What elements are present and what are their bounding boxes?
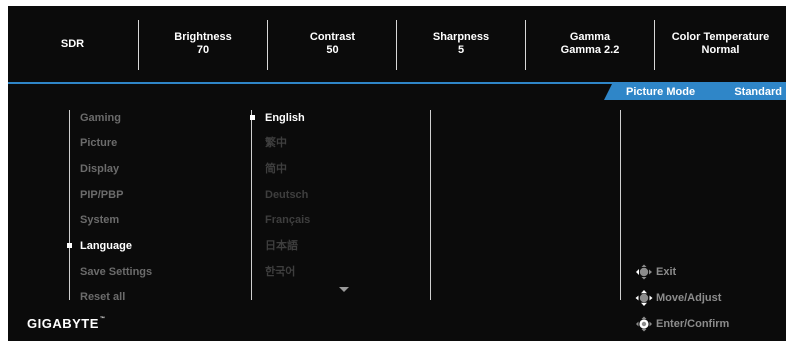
column-divider [251,110,252,300]
selected-indicator [250,115,255,120]
menu-item-gaming[interactable]: Gaming [80,111,121,125]
status-sharpness-label: Sharpness [432,31,490,43]
gigabyte-logo: GIGABYTE™ [27,316,105,331]
picture-mode-tab: Picture Mode Standard [604,84,786,100]
language-option-traditional-chinese[interactable]: 繁中 [265,136,287,150]
menu-item-label: Gaming [80,112,121,124]
language-option-label: Français [265,214,311,226]
status-sdr-label: SDR [60,37,85,50]
status-sdr: SDR [8,6,137,82]
menu-item-reset-all[interactable]: Reset all [80,290,125,304]
language-option-english[interactable]: English [265,111,305,125]
language-option-label: 日本語 [265,240,298,252]
hint-label: Move/Adjust [656,292,722,304]
column-divider [69,110,70,300]
osd-panel: SDR Brightness 70 Contrast 50 Sharpness … [8,6,786,341]
menu-item-label: Display [80,163,120,175]
menu-item-picture[interactable]: Picture [80,136,117,150]
joystick-up-icon [635,290,653,306]
language-option-japanese[interactable]: 日本語 [265,239,298,253]
hint-label: Exit [656,266,677,278]
menu-item-save-settings[interactable]: Save Settings [80,265,152,279]
hint-label: Enter/Confirm [656,318,730,330]
menu-item-display[interactable]: Display [80,162,119,176]
status-sharpness-value: 5 [457,44,465,56]
status-brightness-value: 70 [196,44,210,56]
trademark-symbol: ™ [99,316,106,322]
selected-indicator [67,243,72,248]
picture-mode-label: Picture Mode [626,86,696,98]
hint-exit: Exit [634,264,676,280]
joystick-left-icon [636,264,652,280]
scroll-down-arrow-icon[interactable] [339,287,349,292]
menu-item-label: PIP/PBP [80,189,124,201]
menu-item-label: Save Settings [80,266,153,278]
status-gamma-value: Gamma 2.2 [560,44,620,56]
status-gamma-label: Gamma [569,31,611,43]
accent-divider [8,82,786,84]
picture-mode-value: Standard [734,86,782,98]
language-option-francais[interactable]: Français [265,213,310,227]
status-color-temperature: Color Temperature Normal [655,6,786,82]
menu-item-label: Reset all [80,291,126,303]
language-option-korean[interactable]: 한국어 [265,265,295,279]
status-sharpness: Sharpness 5 [397,6,525,82]
status-color-temperature-label: Color Temperature [671,31,770,43]
language-option-simplified-chinese[interactable]: 简中 [265,162,287,176]
language-option-label: Deutsch [265,189,309,201]
menu-item-pip-pbp[interactable]: PIP/PBP [80,188,123,202]
menu-item-language[interactable]: Language [80,239,132,253]
status-gamma: Gamma Gamma 2.2 [526,6,654,82]
language-option-label: English [265,112,305,124]
status-brightness-label: Brightness [174,31,232,43]
menu-item-label: Language [80,240,132,252]
status-bar: SDR Brightness 70 Contrast 50 Sharpness … [8,6,786,82]
column-divider [620,110,621,300]
joystick-press-icon [636,316,652,332]
hint-enter-confirm: Enter/Confirm [634,316,729,332]
language-option-label: 繁中 [265,137,287,149]
column-divider [430,110,431,300]
status-contrast: Contrast 50 [268,6,397,82]
menu-item-label: Picture [80,137,118,149]
brand-name: GIGABYTE [27,316,99,331]
menu-item-label: System [80,214,120,226]
status-brightness: Brightness 70 [139,6,267,82]
language-option-label: 简中 [265,163,287,175]
menu-item-system[interactable]: System [80,213,119,227]
hint-move-adjust: Move/Adjust [634,290,721,306]
status-contrast-label: Contrast [309,31,356,43]
language-option-deutsch[interactable]: Deutsch [265,188,308,202]
language-option-label: 한국어 [265,266,296,278]
status-contrast-value: 50 [326,44,339,56]
status-color-temperature-value: Normal [701,44,740,56]
